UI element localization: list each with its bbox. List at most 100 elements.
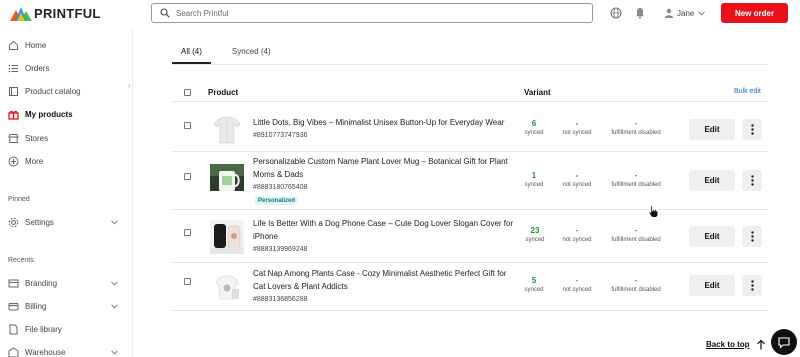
search-bar[interactable] <box>151 3 593 23</box>
synced-count: 1 <box>531 171 537 180</box>
tab-count: (4) <box>260 47 271 56</box>
variant-synced: 6 synced <box>524 119 544 136</box>
variant-fulfillment: - fulfillment disabled <box>608 226 664 243</box>
fulfillment-label: fulfillment disabled <box>611 287 661 293</box>
edit-button[interactable]: Edit <box>689 275 735 296</box>
tab-label: All <box>181 47 190 56</box>
sidebar-item-label: Product catalog <box>25 87 81 96</box>
fulfillment-label: fulfillment disabled <box>611 130 661 136</box>
personalized-badge: Personalized <box>255 197 299 205</box>
edit-button[interactable]: Edit <box>689 226 735 247</box>
sidebar-item-billing[interactable]: Billing <box>8 301 128 312</box>
sidebar-item-home[interactable]: Home <box>8 40 128 51</box>
not-synced-label: not synced <box>562 237 592 243</box>
sidebar-item-stores[interactable]: Stores <box>8 133 128 144</box>
sidebar-item-label: Settings <box>25 218 54 227</box>
user-menu[interactable]: Jane <box>664 8 706 18</box>
chat-button[interactable] <box>771 329 797 355</box>
bulk-edit-link[interactable]: Bulk edit <box>734 88 761 95</box>
more-options-icon[interactable] <box>742 119 762 140</box>
globe-icon[interactable] <box>610 7 622 19</box>
plus-circle-icon <box>8 156 19 167</box>
row-checkbox[interactable] <box>184 173 191 180</box>
chat-icon <box>778 336 790 348</box>
more-options-icon[interactable] <box>742 226 762 247</box>
sidebar-item-label: Branding <box>25 279 58 288</box>
new-order-button[interactable]: New order <box>721 3 788 23</box>
not-synced-label: not synced <box>562 182 592 188</box>
sidebar-item-label: File library <box>25 325 62 334</box>
tab-all[interactable]: All (4) <box>172 40 211 64</box>
brand-name: PRINTFUL <box>34 6 101 21</box>
product-title[interactable]: Personalizable Custom Name Plant Lover M… <box>253 155 521 181</box>
more-options-icon[interactable] <box>742 275 762 296</box>
bell-icon[interactable] <box>634 7 646 19</box>
variant-not-synced: - not synced <box>557 276 597 293</box>
row-checkbox[interactable] <box>184 278 191 285</box>
edit-button[interactable]: Edit <box>689 170 735 191</box>
search-icon <box>160 8 170 18</box>
synced-label: synced <box>524 182 544 188</box>
sidebar-item-label: More <box>25 157 44 166</box>
sidebar-item-branding[interactable]: Branding <box>8 278 128 289</box>
arrow-up-icon[interactable] <box>756 339 766 350</box>
sidebar-item-label: Warehouse <box>25 348 66 357</box>
sidebar-item-more[interactable]: More <box>8 156 128 167</box>
file-icon <box>8 324 19 335</box>
table-row: Cat Nap Among Plants Case - Cozy Minimal… <box>172 263 768 311</box>
sidebar-item-orders[interactable]: Orders <box>8 63 128 74</box>
branding-icon <box>8 278 19 289</box>
variant-fulfillment: - fulfillment disabled <box>608 119 664 136</box>
not-synced-count: - <box>575 119 579 128</box>
printful-logo[interactable]: PRINTFUL <box>10 6 101 21</box>
product-sku: #8883180765408 <box>253 184 308 191</box>
edit-button[interactable]: Edit <box>689 119 735 140</box>
chevron-down-icon <box>698 10 706 16</box>
row-checkbox[interactable] <box>184 122 191 129</box>
variant-fulfillment: - fulfillment disabled <box>608 276 664 293</box>
fulfillment-label: fulfillment disabled <box>611 182 661 188</box>
product-thumbnail[interactable] <box>210 269 244 303</box>
chevron-down-icon <box>111 302 118 311</box>
product-title[interactable]: Cat Nap Among Plants Case - Cozy Minimal… <box>253 267 521 293</box>
user-icon <box>664 8 674 18</box>
product-title[interactable]: Life Is Better With a Dog Phone Case – C… <box>253 217 521 243</box>
not-synced-count: - <box>575 226 579 235</box>
synced-count: 6 <box>531 119 537 128</box>
fulfillment-label: fulfillment disabled <box>611 237 661 243</box>
sidebar-item-settings[interactable]: Settings <box>8 217 128 228</box>
sidebar-item-label: Billing <box>25 302 47 311</box>
search-input[interactable] <box>176 8 576 18</box>
variant-synced: 23 synced <box>524 226 546 243</box>
top-header: PRINTFUL Jane New order <box>0 0 800 27</box>
row-checkbox[interactable] <box>184 229 191 236</box>
column-header-variant: Variant <box>524 88 551 97</box>
tab-synced[interactable]: Synced (4) <box>223 40 280 64</box>
sidebar-item-file-library[interactable]: File library <box>8 324 128 335</box>
product-thumbnail[interactable] <box>210 112 244 146</box>
sidebar: Home Orders ‹ Product catalog My product… <box>0 27 133 357</box>
recents-label: Recents <box>8 257 34 264</box>
product-thumbnail[interactable] <box>210 220 244 254</box>
select-all-checkbox[interactable] <box>184 89 191 96</box>
sidebar-item-warehouse[interactable]: Warehouse <box>8 347 128 357</box>
synced-count: 23 <box>530 226 540 235</box>
product-tabs: All (4) Synced (4) <box>172 40 280 64</box>
back-to-top-link[interactable]: Back to top <box>706 340 750 349</box>
product-title[interactable]: Little Dots, Big Vibes – Minimalist Unis… <box>253 116 521 129</box>
synced-label: synced <box>524 130 544 136</box>
sidebar-item-my-products[interactable]: My products <box>8 109 128 120</box>
more-options-icon[interactable] <box>742 170 762 191</box>
collapse-sidebar-icon[interactable]: ‹ <box>128 83 130 90</box>
chevron-down-icon <box>111 218 118 227</box>
product-thumbnail[interactable] <box>210 164 244 198</box>
not-synced-label: not synced <box>562 287 592 293</box>
tab-label: Synced <box>231 47 259 56</box>
pinned-label: Pinned <box>8 196 30 203</box>
sidebar-item-label: My products <box>25 110 73 119</box>
product-sku: #8910773747936 <box>253 132 308 139</box>
warehouse-icon <box>8 347 19 357</box>
fulfillment-value: - <box>634 119 638 128</box>
sidebar-item-product-catalog[interactable]: Product catalog <box>8 86 128 97</box>
gift-icon <box>8 109 19 120</box>
